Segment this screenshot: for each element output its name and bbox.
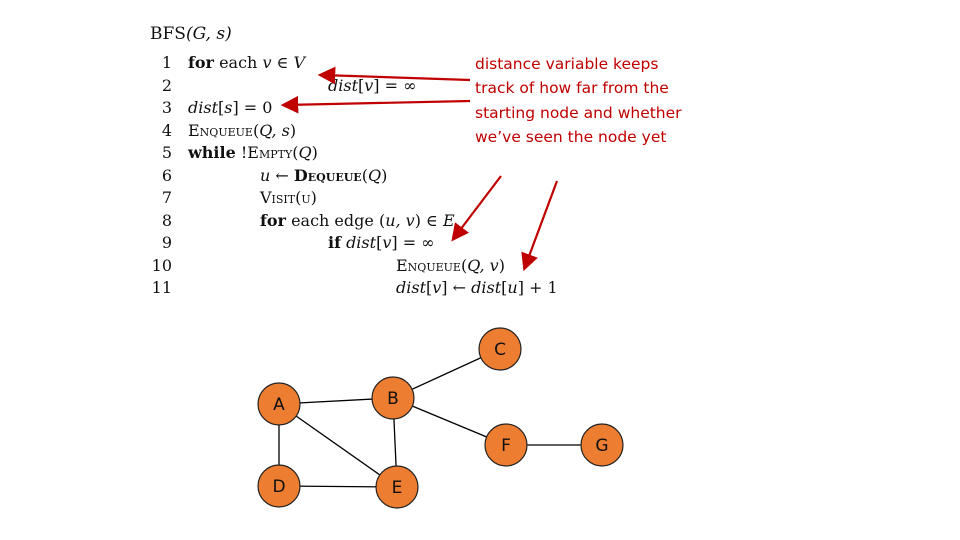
node-F: F	[484, 423, 528, 467]
node-C: C	[478, 327, 522, 371]
node-D: D	[257, 464, 301, 508]
node-A: A	[257, 382, 301, 426]
node-label: A	[273, 395, 285, 415]
node-B: B	[371, 376, 415, 420]
node-label: B	[387, 389, 399, 409]
diagram-canvas: A B C D E F G	[257, 66, 624, 509]
node-label: D	[272, 477, 285, 497]
arrow-to-dist-v-infinity	[317, 66, 471, 85]
arrow-to-dist-s-zero	[280, 95, 471, 114]
node-E: E	[375, 465, 419, 509]
arrow-to-if-condition	[451, 175, 502, 242]
node-label: G	[595, 436, 608, 456]
arrow-to-enqueue-v	[521, 180, 559, 272]
graph-edges	[278, 348, 602, 488]
node-G: G	[580, 423, 624, 467]
node-label: E	[392, 478, 403, 498]
node-label: F	[501, 436, 511, 456]
node-label: C	[494, 340, 506, 360]
annotation-arrows	[280, 66, 559, 272]
